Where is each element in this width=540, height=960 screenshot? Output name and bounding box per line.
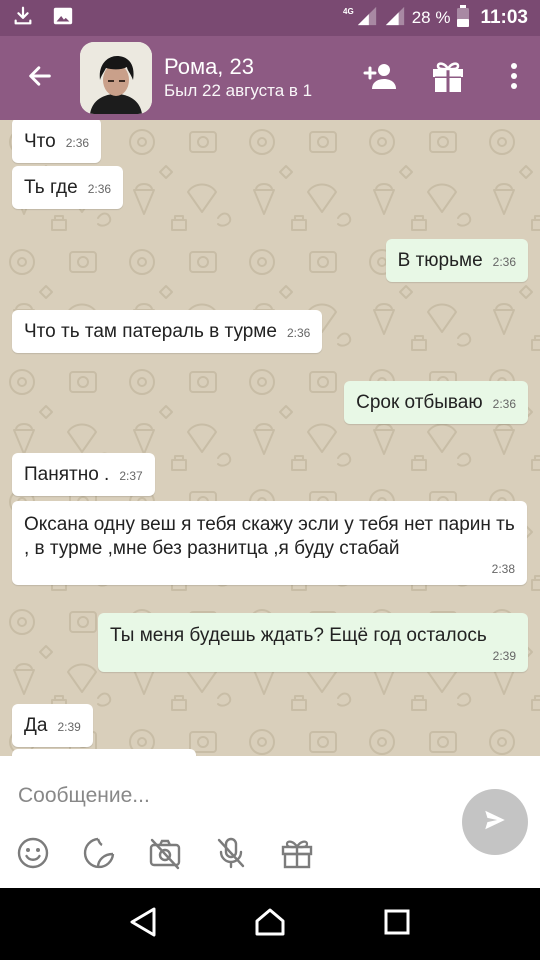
nav-recents-button[interactable] [367, 894, 427, 954]
message-time: 2:38 [491, 562, 515, 576]
message-bubble[interactable]: В тюрьме 2:36 [385, 239, 528, 282]
message-bubble[interactable]: Оксана одну веш я тебя скажу эсли у тебя… [12, 501, 527, 585]
message-bubble[interactable]: Ты меня будешь ждать? Ещё год осталось 2… [98, 613, 528, 672]
gift-icon [430, 58, 466, 99]
message-time: 2:39 [492, 649, 516, 663]
camera-button[interactable] [148, 838, 182, 872]
sticker-button[interactable] [82, 836, 116, 875]
message-input[interactable] [18, 778, 438, 814]
message-time: 2:36 [492, 255, 516, 269]
message-text: Да [24, 715, 48, 736]
more-options-button[interactable] [488, 36, 540, 120]
message-time: 2:36 [65, 136, 90, 150]
message-bubble[interactable]: Ть где 2:36 [12, 166, 124, 209]
signal-icon-2 [384, 5, 406, 32]
download-icon [12, 5, 34, 32]
send-button[interactable] [462, 789, 528, 855]
gift-button[interactable] [408, 36, 488, 120]
mic-off-icon [214, 836, 248, 875]
status-bar: 4G 28 % 11:03 [0, 0, 540, 36]
more-vert-icon [510, 62, 518, 95]
back-button[interactable] [0, 36, 80, 120]
last-seen-status: Был 22 августа в 1 [164, 81, 313, 100]
avatar[interactable] [80, 42, 152, 114]
image-icon [52, 5, 74, 32]
nav-home-button[interactable] [240, 894, 300, 954]
gift-tool-button[interactable] [280, 838, 314, 872]
nav-back-icon [128, 906, 158, 943]
message-bubble[interactable]: Что 2:36 [12, 120, 102, 163]
home-icon [254, 907, 286, 942]
system-nav-bar [0, 888, 540, 960]
message-bubble[interactable]: Да 2:39 [12, 704, 93, 747]
contact-info[interactable]: Рома, 23 Был 22 августа в 1 [164, 54, 350, 102]
chat-area[interactable]: Что 2:36 Ть где 2:36 В тюрьме 2:36 Что ть т… [0, 120, 540, 756]
message-bubble-partial[interactable] [12, 749, 196, 756]
battery-percent: 28 % [411, 8, 451, 27]
add-friend-icon [361, 62, 397, 95]
clock: 11:03 [480, 7, 528, 28]
back-arrow-icon [26, 62, 54, 95]
recents-icon [383, 908, 411, 941]
send-icon [482, 807, 508, 838]
message-composer [0, 756, 540, 888]
message-text: Срок отбываю [356, 392, 483, 413]
message-bubble[interactable]: Что ть там патераль в турме 2:36 [12, 310, 323, 353]
chat-header: Рома, 23 Был 22 августа в 1 [0, 36, 540, 120]
camera-off-icon [148, 836, 182, 875]
emoji-icon [16, 836, 50, 875]
contact-name: Рома, 23 [164, 54, 254, 79]
emoji-button[interactable] [16, 836, 50, 875]
message-text: Оксана одну веш я тебя скажу эсли у тебя… [24, 514, 515, 559]
message-text: Что ть там патераль в турме [24, 321, 277, 342]
message-time: 2:37 [119, 469, 143, 483]
battery-icon [456, 4, 470, 32]
message-bubble[interactable]: Панятно . 2:37 [12, 453, 155, 496]
signal-icon [356, 5, 378, 32]
message-time: 2:39 [57, 720, 81, 734]
message-text: Панятно . [24, 464, 110, 485]
message-text: Ть где [24, 177, 78, 198]
gift-icon [280, 836, 314, 875]
message-time: 2:36 [286, 326, 311, 340]
message-time: 2:36 [492, 397, 516, 411]
sticker-icon [82, 836, 116, 875]
voice-button[interactable] [214, 836, 248, 875]
message-text: Что [24, 131, 56, 152]
message-text: В тюрьме [397, 250, 483, 271]
message-time: 2:36 [87, 182, 112, 196]
network-type: 4G [343, 6, 354, 16]
add-friend-button[interactable] [350, 36, 408, 120]
message-bubble[interactable]: Срок отбываю 2:36 [344, 381, 528, 424]
nav-back-button[interactable] [113, 894, 173, 954]
message-text: Ты меня будешь ждать? Ещё год осталось [110, 625, 487, 646]
